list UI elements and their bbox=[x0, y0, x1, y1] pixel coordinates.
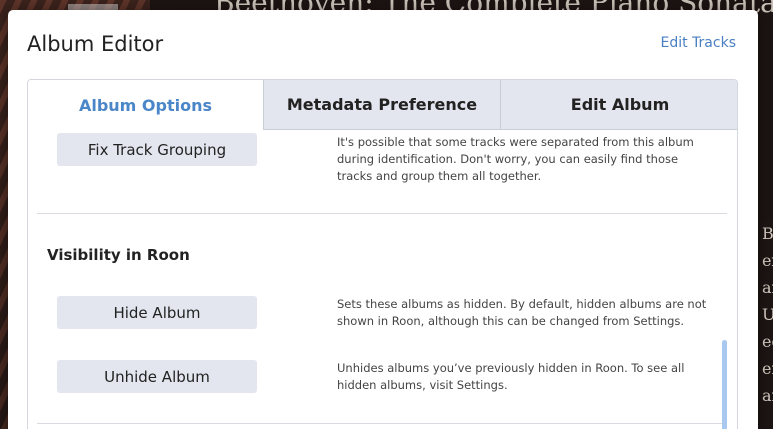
unhide-album-description: Unhides albums you’ve previously hidden … bbox=[337, 361, 685, 392]
album-editor-modal: Album Editor Edit Tracks Album Options M… bbox=[8, 10, 758, 429]
unhide-album-button[interactable]: Unhide Album bbox=[57, 360, 257, 393]
hide-album-description: Sets these albums as hidden. By default,… bbox=[337, 297, 707, 328]
tab-album-options[interactable]: Album Options bbox=[28, 80, 263, 130]
editor-panel: Album Options Metadata Preference Edit A… bbox=[27, 79, 738, 429]
modal-title: Album Editor bbox=[27, 32, 164, 56]
edit-tracks-link[interactable]: Edit Tracks bbox=[661, 35, 737, 51]
section-divider bbox=[37, 213, 727, 214]
content-scrollbar[interactable] bbox=[722, 340, 727, 429]
hide-album-button[interactable]: Hide Album bbox=[57, 296, 257, 329]
fix-track-grouping-button[interactable]: Fix Track Grouping bbox=[57, 133, 257, 166]
album-options-content: Fix Track Grouping It's possible that so… bbox=[28, 130, 737, 429]
tab-edit-album[interactable]: Edit Album bbox=[500, 80, 737, 130]
tab-metadata-preference[interactable]: Metadata Preference bbox=[263, 80, 500, 130]
tab-bar: Album Options Metadata Preference Edit A… bbox=[28, 80, 737, 130]
fix-track-grouping-description: It's possible that some tracks were sepa… bbox=[337, 135, 694, 183]
visibility-section-heading: Visibility in Roon bbox=[47, 246, 190, 264]
section-divider bbox=[37, 423, 727, 424]
